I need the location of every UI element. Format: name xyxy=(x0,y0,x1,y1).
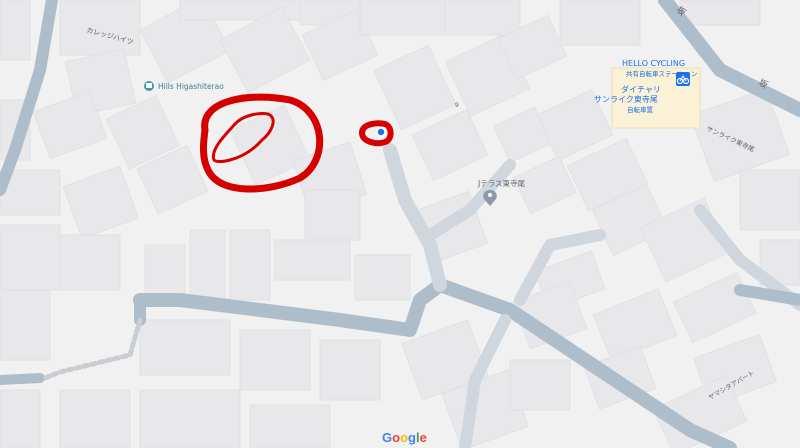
svg-text:Google: Google xyxy=(382,430,427,445)
google-logo: Google xyxy=(382,430,427,445)
google-letter: o xyxy=(400,430,408,445)
bicycle-station-icon xyxy=(676,72,690,86)
google-letter: o xyxy=(392,430,400,445)
biz-name2: サンライク東寺尾 xyxy=(594,94,658,104)
google-letter: e xyxy=(420,430,427,445)
biz-name3: 自転車置 xyxy=(627,105,654,114)
block-number: 9 xyxy=(455,102,459,109)
blue-dot-icon xyxy=(376,127,386,137)
biz-brand: HELLO CYCLING xyxy=(622,59,685,68)
biz-name1: ダイチャリ xyxy=(621,84,661,94)
google-letter: g xyxy=(408,430,416,445)
label-jterrace: Jテラス東寺尾 xyxy=(477,178,526,188)
google-letter: G xyxy=(382,430,392,445)
map-canvas[interactable]: 坂 坂 カレッジハイツ Hills Higashiterao 9 Jテラス東寺尾… xyxy=(0,0,800,448)
label-hills: Hills Higashiterao xyxy=(158,82,224,91)
